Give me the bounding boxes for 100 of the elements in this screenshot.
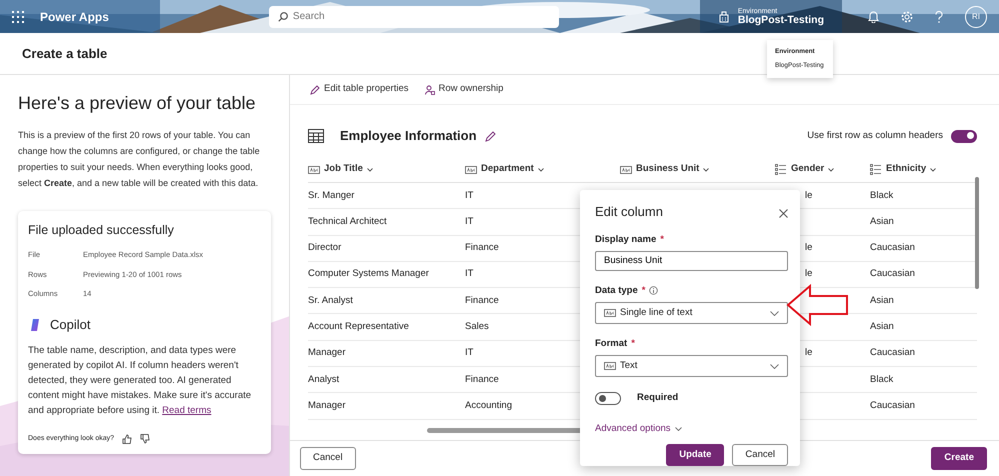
preview-description: This is a preview of the first 20 rows of your table. You can change how the columns are configured, or change the table properties to suit your needs. When everything looks good, select Create, and a new table will be created with this data. <box>18 128 261 190</box>
table-cell: Caucasian <box>870 347 915 358</box>
copilot-description: The table name, description, and data types were generated by copilot AI. If column headers weren't detected, they were generated too. AI generated content might have mistakes. Make sure it's accurate and appropriate before using it. Read terms <box>28 344 252 418</box>
table-cell: Caucasian <box>870 242 915 254</box>
list-icon <box>775 164 787 175</box>
chevron-down-icon <box>366 168 373 172</box>
column-header[interactable]: Job Title <box>308 162 373 177</box>
text-type-icon <box>308 164 320 174</box>
thumbs-up-icon[interactable] <box>122 434 132 444</box>
notification-icon[interactable] <box>868 10 879 22</box>
app-launcher-icon[interactable] <box>12 10 24 22</box>
table-cell: Computer Systems Manager <box>308 268 429 280</box>
text-type-icon <box>465 164 477 174</box>
person-icon <box>424 84 434 94</box>
table-cell: Sales <box>465 321 489 332</box>
toggle-label: Use first row as column headers <box>807 128 943 143</box>
toolbar-button[interactable]: Row ownership <box>424 82 504 97</box>
toggle-switch[interactable] <box>595 392 621 405</box>
toggle-label: Required <box>637 391 678 406</box>
copilot-title: Copilot <box>50 316 90 334</box>
column-header[interactable]: Gender <box>775 162 834 177</box>
read-terms-link[interactable]: Read terms <box>162 404 212 416</box>
help-icon[interactable] <box>935 10 943 22</box>
text-field[interactable]: Business Unit <box>595 250 788 271</box>
field-label: Data type <box>595 284 638 298</box>
column-header[interactable]: Department <box>465 162 544 177</box>
table-cell: Manager <box>308 347 346 358</box>
close-icon <box>779 208 788 218</box>
table-icon <box>308 129 324 143</box>
chevron-down-icon <box>770 310 779 316</box>
table-cell: Manager <box>308 400 346 411</box>
dropdown-value: Single line of text <box>620 306 692 320</box>
chevron-down-icon <box>828 168 834 172</box>
preview-heading: Here's a preview of your table <box>18 93 257 115</box>
required-asterisk: * <box>660 232 664 247</box>
table-cell: le <box>805 347 812 358</box>
text-type-icon <box>620 164 632 174</box>
copilot-icon <box>28 318 42 332</box>
table-cell: le <box>805 190 812 201</box>
pencil-icon[interactable] <box>484 130 496 142</box>
vertical-scrollbar[interactable] <box>975 177 979 289</box>
dropdown[interactable]: Text <box>595 355 788 378</box>
pencil-icon <box>310 84 320 94</box>
table-cell: le <box>805 268 812 280</box>
building-icon <box>718 10 730 22</box>
table-cell: Asian <box>870 216 894 227</box>
table-cell: Finance <box>465 294 499 306</box>
table-cell: Black <box>870 190 894 201</box>
column-header[interactable]: Ethnicity <box>870 162 936 177</box>
table-cell: IT <box>465 216 474 227</box>
thumbs-down-icon[interactable] <box>140 434 150 444</box>
table-cell: Director <box>308 242 342 254</box>
chevron-down-icon <box>674 426 682 431</box>
table-cell: Finance <box>465 242 499 254</box>
field-label: Format <box>595 337 628 352</box>
create-button[interactable]: Create <box>931 447 987 470</box>
advanced-options-link[interactable]: Advanced options <box>595 422 682 436</box>
cancel-button[interactable]: Cancel <box>300 447 356 470</box>
update-button[interactable]: Update <box>666 444 724 466</box>
table-cell: IT <box>465 190 474 201</box>
chevron-down-icon <box>538 168 544 172</box>
table-cell: Asian <box>870 294 894 306</box>
table-name: Employee Information <box>340 127 477 146</box>
list-icon <box>870 164 882 175</box>
info-icon <box>649 286 658 296</box>
table-cell: IT <box>465 347 474 358</box>
table-cell: Analyst <box>308 374 340 385</box>
table-cell: Caucasian <box>870 268 915 280</box>
search-icon <box>278 12 288 22</box>
dropdown[interactable]: Single line of text <box>595 302 788 324</box>
table-cell: IT <box>465 268 474 280</box>
table-cell: Black <box>870 374 894 385</box>
required-asterisk: * <box>631 337 635 352</box>
environment-name: BlogPost-Testing <box>738 14 824 26</box>
arrow-annotation <box>786 283 850 327</box>
table-cell: Accounting <box>465 400 512 411</box>
table-cell: Sr. Analyst <box>308 294 353 306</box>
text-type-icon <box>604 361 616 372</box>
field-label: Display name <box>595 232 656 247</box>
text-type-icon <box>604 308 616 318</box>
table-cell: Finance <box>465 374 499 385</box>
panel-title: Edit column <box>595 204 663 220</box>
table-cell: Technical Architect <box>308 216 387 227</box>
required-asterisk: * <box>642 284 646 298</box>
table-cell: Asian <box>870 321 894 332</box>
chevron-down-icon <box>770 364 779 369</box>
avatar[interactable]: RI <box>965 6 987 28</box>
table-cell: Account Representative <box>308 321 409 332</box>
card-title: File uploaded successfully <box>28 222 175 239</box>
column-header[interactable]: Business Unit <box>620 162 710 177</box>
table-cell: Caucasian <box>870 400 915 411</box>
cancel-button[interactable]: Cancel <box>732 444 788 466</box>
dropdown-value: Text <box>620 359 638 374</box>
search-field[interactable]: Search <box>268 6 559 28</box>
table-cell: le <box>805 242 812 254</box>
chevron-down-icon <box>703 168 710 172</box>
settings-icon[interactable] <box>901 10 913 22</box>
chevron-down-icon <box>930 168 936 172</box>
toggle-switch[interactable] <box>951 130 977 142</box>
toolbar-button[interactable]: Edit table properties <box>310 82 408 97</box>
